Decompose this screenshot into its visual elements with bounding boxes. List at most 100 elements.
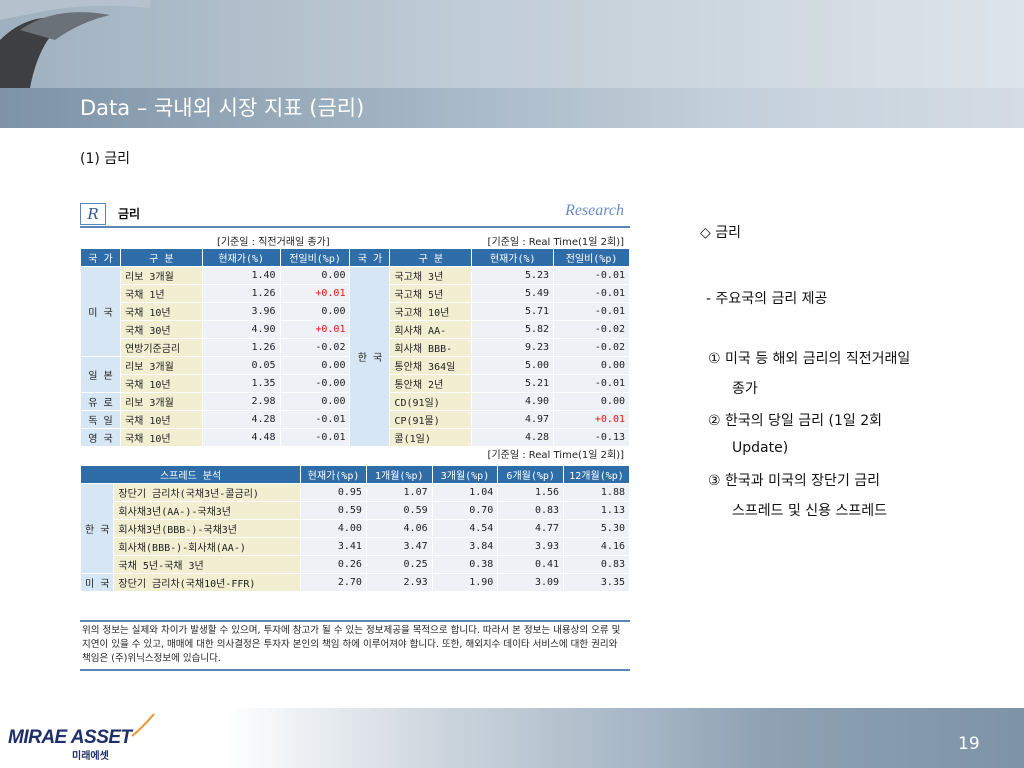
spread-value-cell: 3.47 xyxy=(365,537,433,556)
reference-line: [기준일 : 직전거래일 종가] [기준일 : Real Time(1일 2회)… xyxy=(80,228,630,248)
side-item-1a: ① 미국 등 해외 금리의 직전거래일 xyxy=(708,351,911,367)
change-cell: -0.01 xyxy=(553,302,630,321)
item-cell: CD(91일) xyxy=(389,392,473,411)
change-cell: -0.01 xyxy=(553,284,630,303)
disclaimer-text: 위의 정보는 실제와 차이가 발생할 수 있으며, 투자에 참고가 될 수 있는… xyxy=(80,620,630,671)
spread-row: 회사채3년(AA-)-국채3년 0.59 0.59 0.70 0.83 1.13 xyxy=(81,501,630,520)
spread-country-cell: 한 국 xyxy=(79,483,115,574)
col-spread-12m: 12개월(%p) xyxy=(563,465,630,484)
spread-value-cell: 0.59 xyxy=(365,501,433,520)
price-cell: 5.23 xyxy=(471,266,555,285)
item-cell: 리보 3개월 xyxy=(119,392,203,411)
spread-value-cell: 1.88 xyxy=(563,483,630,502)
item-cell: 연방기준금리 xyxy=(119,338,203,357)
price-cell: 3.96 xyxy=(201,302,281,321)
col-item: 구 분 xyxy=(119,248,203,267)
item-cell: CP(91물) xyxy=(389,410,473,429)
slide-header: Data – 국내외 시장 지표 (금리) xyxy=(0,0,1024,128)
research-r-icon: R xyxy=(80,203,106,225)
company-logo: MIRAE ASSET xyxy=(8,727,132,748)
spread-value-cell: 0.70 xyxy=(431,501,499,520)
side-item-2b: Update) xyxy=(732,440,789,456)
rates-panel: R 금리 Research [기준일 : 직전거래일 종가] [기준일 : Re… xyxy=(79,198,630,592)
spread-value-cell: 0.26 xyxy=(300,555,367,574)
change-cell: -0.01 xyxy=(553,374,630,393)
spread-value-cell: 0.59 xyxy=(300,501,367,520)
country-cell: 미 국 xyxy=(80,266,121,357)
spread-value-cell: 0.25 xyxy=(365,555,433,574)
col-country-right: 국 가 xyxy=(349,248,391,267)
country-cell: 영 국 xyxy=(80,428,121,447)
item-cell: 국채 10년 xyxy=(119,302,203,321)
spread-item-cell: 회사채3년(BBB-)-국채3년 xyxy=(113,519,302,538)
item-cell: 리보 3개월 xyxy=(119,356,203,375)
price-cell: 1.26 xyxy=(201,284,281,303)
spread-item-cell: 장단기 금리차(국채3년-콜금리) xyxy=(113,483,302,502)
price-cell: 0.05 xyxy=(201,356,281,375)
research-brand: Research xyxy=(565,202,624,219)
price-cell: 5.82 xyxy=(471,320,555,339)
reference-spread: [기준일 : Real Time(1일 2회)] xyxy=(487,450,624,461)
spread-row: 한 국 장단기 금리차(국채3년-콜금리) 0.95 1.07 1.04 1.56 1.88 xyxy=(79,483,630,574)
change-cell: 0.00 xyxy=(279,392,351,411)
spread-value-cell: 3.41 xyxy=(300,537,367,556)
price-cell: 9.23 xyxy=(471,338,555,357)
spread-value-cell: 4.06 xyxy=(365,519,433,538)
spread-value-cell: 3.35 xyxy=(563,573,630,592)
change-cell: 0.00 xyxy=(279,302,351,321)
col-spread-analysis: 스프레드 분석 xyxy=(79,465,302,484)
spread-value-cell: 0.41 xyxy=(497,555,565,574)
price-cell: 1.40 xyxy=(201,266,281,285)
price-cell: 1.26 xyxy=(201,338,281,357)
section-label: (1) 금리 xyxy=(80,151,131,167)
col-change-right: 전일비(%p) xyxy=(553,248,630,267)
side-heading: ◇ 금리 xyxy=(700,225,741,241)
table-row: 미 국 리보 3개월 1.40 0.00 한 국 국고채 3년 5.23 -0.01 xyxy=(80,266,630,447)
price-cell: 4.28 xyxy=(471,428,555,447)
price-cell: 4.28 xyxy=(201,410,281,429)
price-cell: 4.48 xyxy=(201,428,281,447)
spread-value-cell: 3.93 xyxy=(497,537,565,556)
panel-header: R 금리 Research xyxy=(80,198,630,228)
col-spread-now: 현재가(%p) xyxy=(300,465,367,484)
side-item-3a: ③ 한국과 미국의 장단기 금리 xyxy=(708,473,881,489)
spread-row: 회사채3년(BBB-)-국채3년 4.00 4.06 4.54 4.77 5.30 xyxy=(81,519,630,538)
price-cell: 5.21 xyxy=(471,374,555,393)
change-cell: +0.01 xyxy=(279,284,351,303)
item-cell: 리보 3개월 xyxy=(119,266,203,285)
spread-value-cell: 0.83 xyxy=(497,501,565,520)
spread-value-cell: 1.07 xyxy=(365,483,433,502)
item-cell: 국채 1년 xyxy=(119,284,203,303)
price-cell: 4.90 xyxy=(471,392,555,411)
change-cell: -0.01 xyxy=(553,266,630,285)
price-cell: 2.98 xyxy=(201,392,281,411)
change-cell: -0.00 xyxy=(279,374,351,393)
change-cell: 0.00 xyxy=(279,356,351,375)
country-cell: 유 로 xyxy=(80,392,121,411)
header-banner xyxy=(0,0,1024,88)
price-cell: 5.71 xyxy=(471,302,555,321)
side-item-3b: 스프레드 및 신용 스프레드 xyxy=(732,503,888,519)
side-item-1b: 종가 xyxy=(732,381,758,397)
reference-right: [기준일 : Real Time(1일 2회)] xyxy=(487,237,624,248)
change-cell: -0.13 xyxy=(553,428,630,447)
spread-value-cell: 0.38 xyxy=(431,555,499,574)
rates-table: 국 가 구 분 현재가(%) 전일비(%p) 국 가 구 분 현재가(%) 전일… xyxy=(80,248,630,447)
change-cell: 0.00 xyxy=(279,266,351,285)
col-price: 현재가(%) xyxy=(201,248,281,267)
slide-title: Data – 국내외 시장 지표 (금리) xyxy=(80,96,365,120)
spread-country-cell: 미 국 xyxy=(79,573,115,592)
spread-value-cell: 4.77 xyxy=(497,519,565,538)
change-cell: -0.01 xyxy=(279,428,351,447)
panel-title: 금리 xyxy=(118,207,141,221)
price-cell: 4.90 xyxy=(201,320,281,339)
price-cell: 5.49 xyxy=(471,284,555,303)
header-photo-art xyxy=(0,0,150,88)
item-cell: 국채 10년 xyxy=(119,410,203,429)
item-cell: 회사채 BBB- xyxy=(389,338,473,357)
rates-header-row: 국 가 구 분 현재가(%) 전일비(%p) 국 가 구 분 현재가(%) 전일… xyxy=(80,248,630,267)
price-cell: 5.00 xyxy=(471,356,555,375)
spread-value-cell: 4.00 xyxy=(300,519,367,538)
col-country: 국 가 xyxy=(80,248,121,267)
col-item-right: 구 분 xyxy=(389,248,473,267)
